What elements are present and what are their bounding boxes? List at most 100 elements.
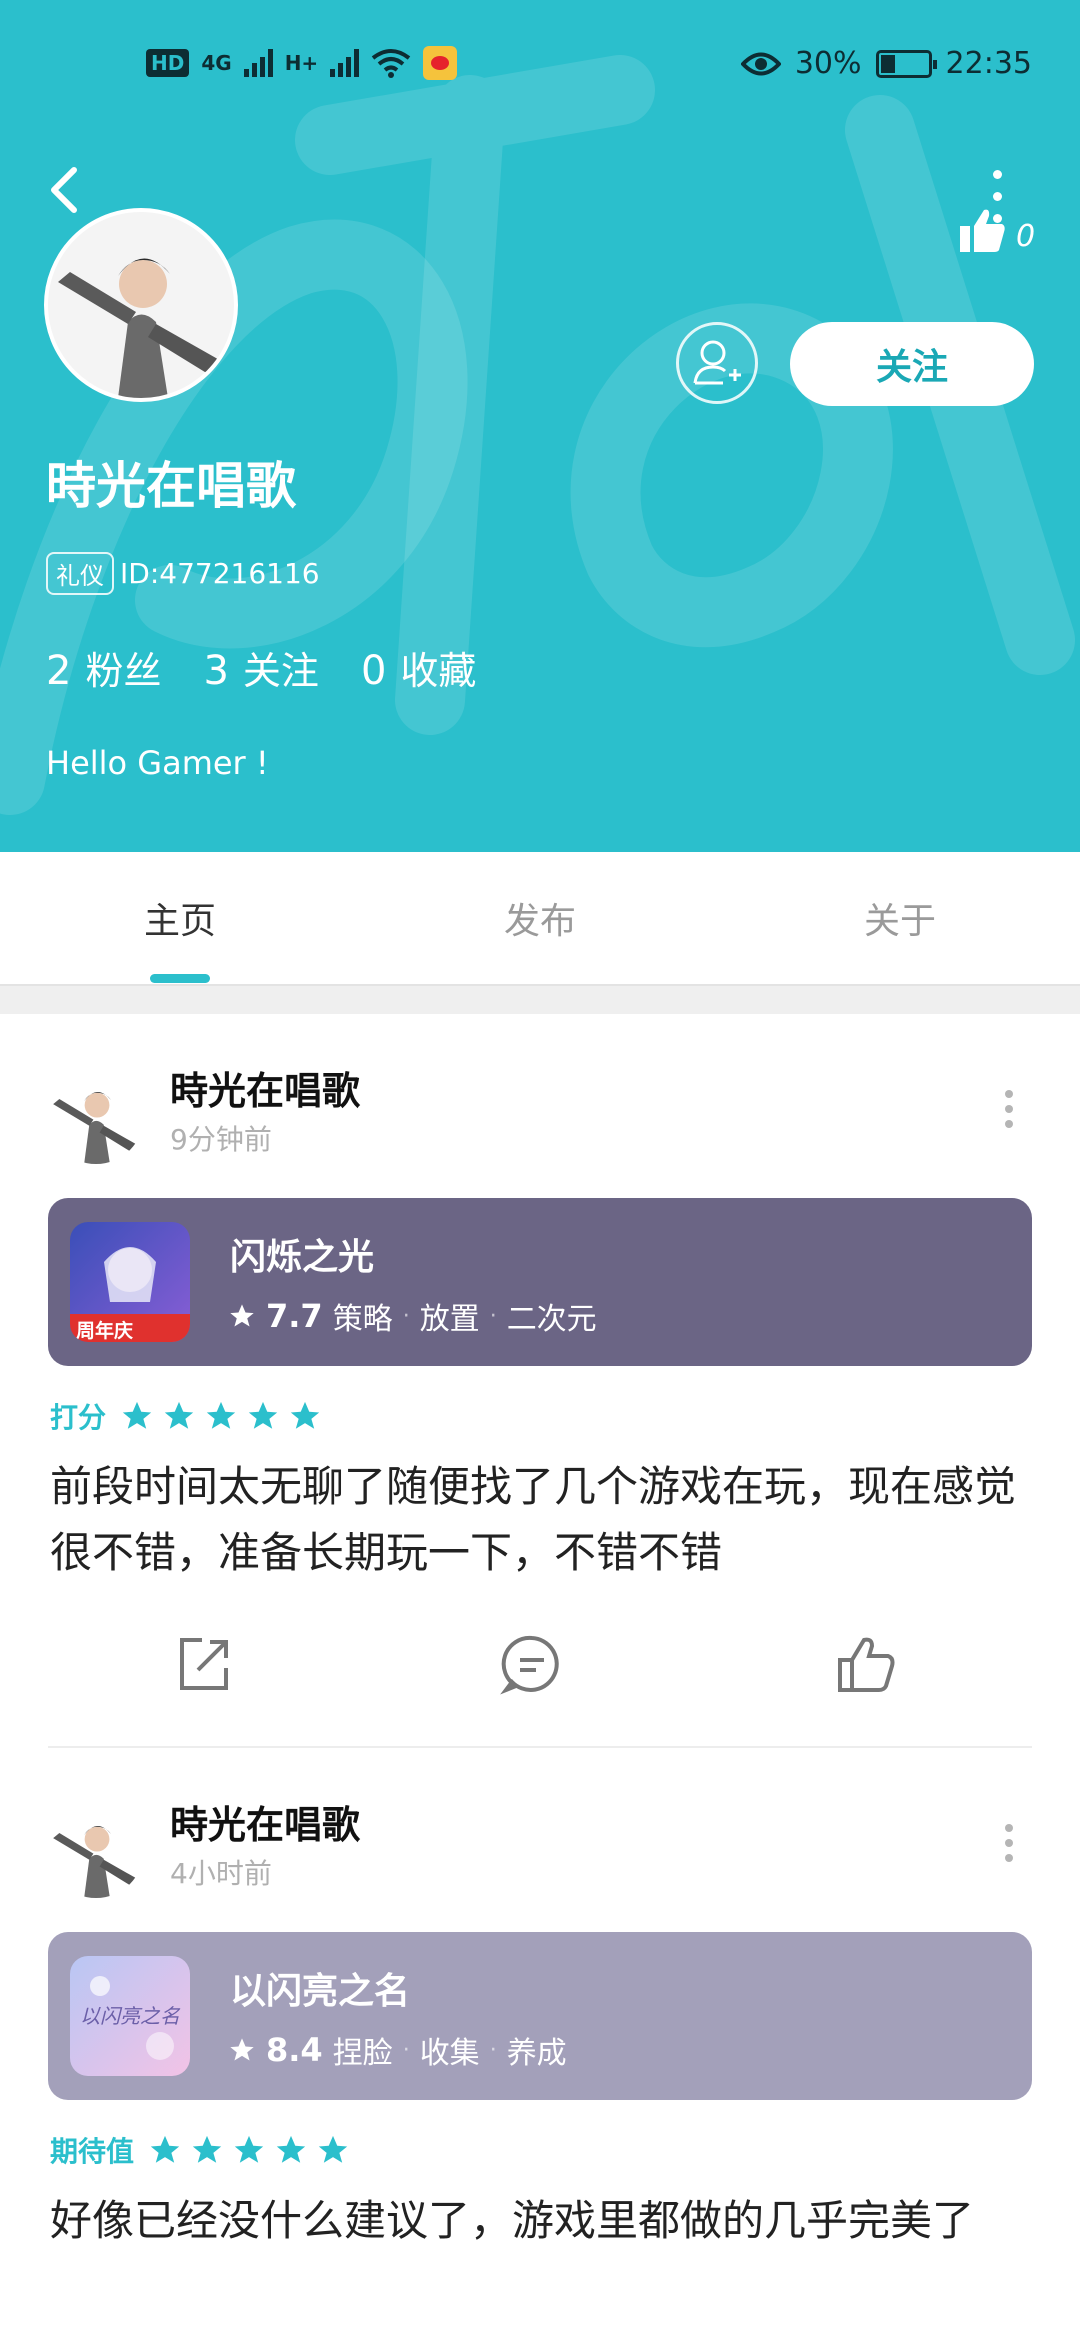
avatar-illustration — [48, 1068, 144, 1164]
star-icon — [276, 2135, 306, 2163]
post-avatar[interactable] — [48, 1802, 144, 1898]
post-actions — [0, 1632, 1080, 1712]
wifi-icon — [371, 49, 411, 78]
stat-label: 关注 — [242, 649, 319, 693]
stat-following[interactable]: 3 关注 — [203, 640, 318, 695]
add-friend-button[interactable] — [676, 322, 758, 404]
game-card[interactable]: 以闪亮之名 以闪亮之名 8.4 捏脸 · 收集 · 养成 — [48, 1932, 1032, 2100]
back-arrow-icon[interactable] — [40, 160, 90, 220]
star-icon — [150, 2135, 180, 2163]
game-icon-label: 以闪亮之名 — [80, 2004, 180, 2028]
rating-stars — [120, 1399, 322, 1433]
game-meta: 8.4 捏脸 · 收集 · 养成 — [228, 2028, 567, 2072]
post-text: 前段时间太无聊了随便找了几个游戏在玩，现在感觉很不错，准备长期玩一下，不错不错 — [50, 1462, 1017, 1577]
stat-followers[interactable]: 2 粉丝 — [46, 640, 161, 695]
post-time: 9分钟前 — [170, 1123, 272, 1156]
post-time: 4小时前 — [170, 1857, 272, 1890]
game-tag: 收集 — [419, 2036, 480, 2071]
profile-tabs: 主页 发布 关于 — [0, 852, 1080, 984]
star-icon — [230, 1304, 254, 1327]
game-card[interactable]: 周年庆 闪烁之光 7.7 策略 · 放置 · 二次元 — [48, 1198, 1032, 1366]
post-text: 好像已经没什么建议了，游戏里都做的几乎完美了 — [50, 2196, 975, 2245]
profile-bio: Hello Gamer ! — [46, 744, 269, 782]
tag-separator: · — [489, 2037, 497, 2063]
stat-value: 0 — [360, 648, 387, 694]
profile-name: 時光在唱歌 — [46, 457, 296, 515]
status-right: 30% 22:35 — [740, 46, 1032, 81]
profile-avatar[interactable] — [44, 208, 238, 402]
tag-separator: · — [402, 2037, 410, 2063]
star-icon — [164, 1401, 194, 1429]
game-name: 以闪亮之名 — [230, 1971, 411, 2012]
star-icon — [248, 1401, 278, 1429]
tab-posts[interactable]: 发布 — [360, 852, 720, 984]
post-author: 時光在唱歌 — [170, 1069, 361, 1113]
star-icon — [234, 2135, 264, 2163]
follow-button[interactable]: 关注 — [790, 322, 1034, 406]
post-avatar[interactable] — [48, 1068, 144, 1164]
star-icon — [290, 1401, 320, 1429]
like-icon[interactable] — [834, 1632, 898, 1696]
section-divider — [0, 984, 1080, 1014]
user-id: ID:477216116 — [120, 557, 320, 590]
star-icon — [206, 1401, 236, 1429]
tab-about[interactable]: 关于 — [720, 852, 1080, 984]
network-type-1: 4G — [201, 51, 232, 75]
eye-icon — [740, 52, 781, 75]
avatar-illustration — [48, 1802, 144, 1898]
share-icon[interactable] — [172, 1632, 236, 1696]
post-more-icon[interactable] — [1002, 1824, 1016, 1864]
star-icon — [122, 1401, 152, 1429]
post-separator — [48, 1746, 1032, 1748]
post-author: 時光在唱歌 — [170, 1803, 361, 1847]
id-row: 礼仪 ID:477216116 — [46, 552, 320, 595]
signal-icon-2 — [330, 49, 360, 77]
stat-favorites[interactable]: 0 收藏 — [361, 640, 476, 695]
star-icon — [318, 2135, 348, 2163]
game-tag: 捏脸 — [332, 2036, 393, 2071]
profile-stats: 2 粉丝 3 关注 0 收藏 — [46, 640, 476, 695]
status-bar: HD 4G H+ 30% 22:35 — [0, 0, 1080, 130]
post-more-icon[interactable] — [1002, 1090, 1016, 1130]
signal-icon — [243, 49, 273, 77]
like-area[interactable]: 0 — [958, 206, 1035, 254]
avatar-illustration — [48, 212, 234, 398]
stat-label: 收藏 — [400, 649, 477, 693]
tag-separator: · — [402, 1303, 410, 1329]
game-icon: 周年庆 — [70, 1222, 190, 1342]
stat-value: 3 — [203, 648, 229, 694]
game-name: 闪烁之光 — [230, 1237, 375, 1278]
tab-indicator — [150, 974, 210, 983]
star-icon — [230, 2038, 254, 2061]
comment-icon[interactable] — [500, 1632, 564, 1696]
game-icon-label: 周年庆 — [76, 1320, 134, 1342]
tab-home[interactable]: 主页 — [0, 852, 360, 984]
game-icon: 以闪亮之名 — [70, 1956, 190, 2076]
clock: 22:35 — [945, 46, 1032, 81]
add-user-icon — [693, 340, 741, 385]
like-count: 0 — [1016, 219, 1036, 254]
tag-separator: · — [489, 1303, 497, 1329]
game-score: 7.7 — [266, 1297, 323, 1335]
rating-row: 打分 — [50, 1396, 322, 1436]
game-tag: 放置 — [419, 1302, 480, 1337]
game-meta: 7.7 策略 · 放置 · 二次元 — [228, 1294, 597, 1338]
rating-stars — [148, 2133, 350, 2167]
stat-value: 2 — [46, 648, 72, 694]
weibo-icon — [423, 46, 458, 80]
game-tag: 养成 — [506, 2036, 567, 2071]
rating-label: 打分 — [50, 1401, 107, 1434]
status-left: HD 4G H+ — [146, 46, 458, 80]
game-score: 8.4 — [266, 2031, 323, 2069]
rating-label: 期待值 — [50, 2135, 135, 2168]
battery-icon — [875, 49, 937, 78]
hd-badge: HD — [146, 49, 190, 77]
title-badge: 礼仪 — [46, 552, 114, 595]
rating-row: 期待值 — [50, 2130, 350, 2170]
network-type-2: H+ — [284, 51, 319, 75]
thumbs-up-icon — [960, 209, 1005, 252]
battery-percent: 30% — [794, 46, 862, 81]
game-tag: 策略 — [332, 1302, 393, 1337]
star-icon — [192, 2135, 222, 2163]
stat-label: 粉丝 — [85, 649, 162, 693]
